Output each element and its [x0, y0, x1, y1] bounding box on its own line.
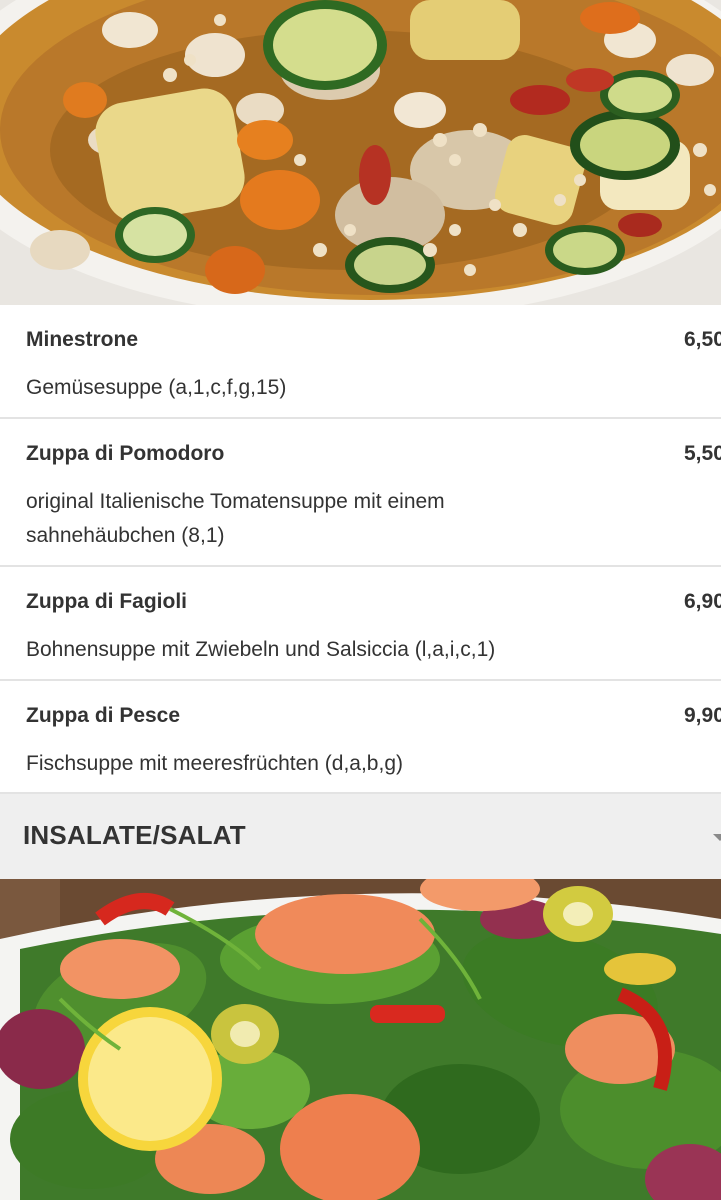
chevron-down-icon[interactable] — [713, 834, 721, 841]
section-title: INSALATE/SALAT — [23, 820, 246, 850]
section-header-insalate[interactable]: INSALATE/SALAT — [0, 794, 721, 879]
item-name: Zuppa di Pomodoro — [26, 442, 225, 465]
soup-photo — [0, 0, 721, 305]
item-description: original Italienische Tomatensuppe mit e… — [26, 490, 445, 547]
item-description: Gemüsesuppe (a,1,c,f,g,15) — [26, 376, 287, 399]
item-description: Fischsuppe mit meeresfrüchten (d,a,b,g) — [26, 752, 403, 775]
salad-photo — [0, 879, 721, 1200]
item-description: Bohnensuppe mit Zwiebeln und Salsiccia (… — [26, 638, 496, 661]
menu-item-zuppa-di-pomodoro[interactable]: Zuppa di Pomodoro 5,50 original Italieni… — [0, 419, 721, 567]
item-name: Zuppa di Fagioli — [26, 590, 187, 613]
item-price: 6,50 — [684, 328, 721, 351]
soup-menu-list: Minestrone 6,50 Gemüsesuppe (a,1,c,f,g,1… — [0, 305, 721, 794]
item-name: Minestrone — [26, 328, 139, 351]
item-name: Zuppa di Pesce — [26, 704, 181, 727]
menu-item-zuppa-di-fagioli[interactable]: Zuppa di Fagioli 6,90 Bohnensuppe mit Zw… — [0, 567, 721, 681]
item-price: 6,90 — [684, 590, 721, 613]
item-price: 5,50 — [684, 442, 721, 465]
menu-item-zuppa-di-pesce[interactable]: Zuppa di Pesce 9,90 Fischsuppe mit meere… — [0, 681, 721, 794]
item-price: 9,90 — [684, 704, 721, 727]
menu-item-minestrone[interactable]: Minestrone 6,50 Gemüsesuppe (a,1,c,f,g,1… — [0, 305, 721, 419]
